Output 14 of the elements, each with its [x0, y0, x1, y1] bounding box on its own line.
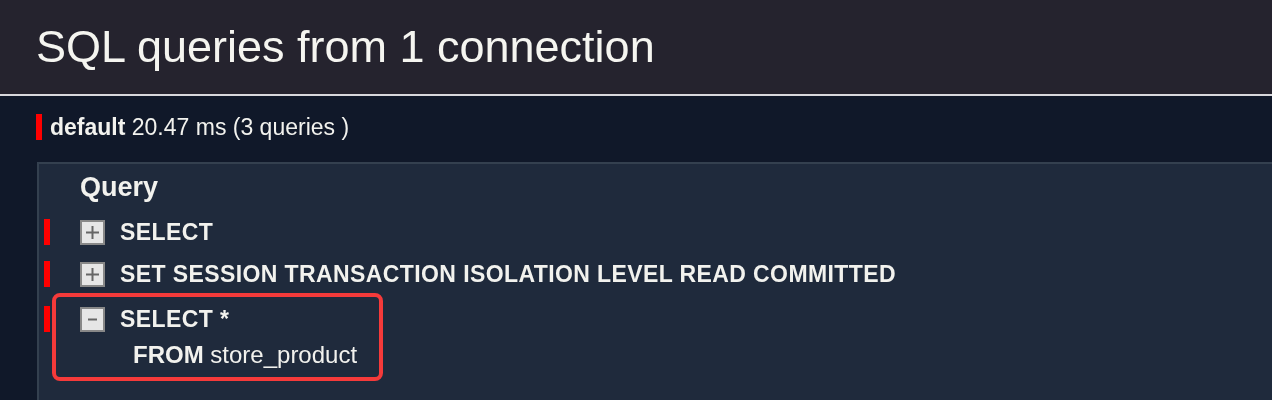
- page-title: SQL queries from 1 connection: [36, 22, 655, 72]
- query-text: FROM store_product: [132, 340, 358, 370]
- expand-toggle-icon[interactable]: [80, 219, 105, 245]
- query-text: SELECT *: [120, 305, 230, 334]
- column-header: Query: [79, 171, 160, 204]
- expand-toggle-icon[interactable]: [80, 261, 105, 287]
- marker-bar: [44, 219, 50, 245]
- query-text: SELECT: [120, 218, 214, 247]
- marker-bar: [36, 114, 42, 140]
- collapse-toggle-icon[interactable]: [80, 306, 105, 332]
- marker-bar: [44, 261, 50, 287]
- marker-bar: [44, 306, 50, 332]
- query-text: SET SESSION TRANSACTION ISOLATION LEVEL READ COMMITTED: [120, 260, 896, 289]
- connection-summary: default 20.47 ms (3 queries ): [50, 114, 350, 140]
